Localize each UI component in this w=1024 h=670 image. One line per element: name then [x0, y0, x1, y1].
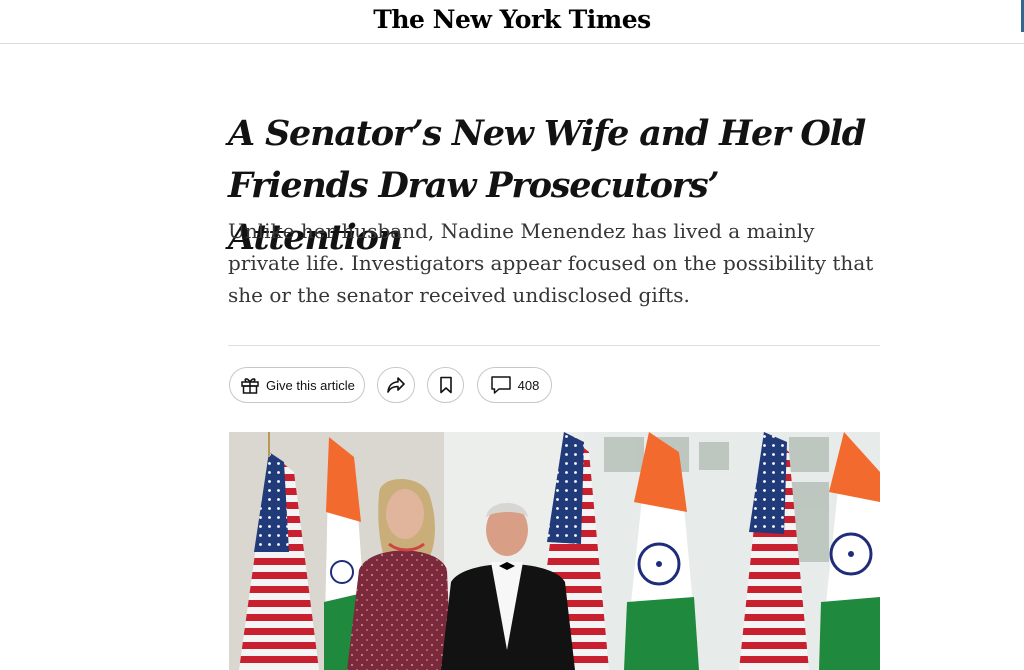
divider [228, 345, 880, 346]
article-summary: Unlike her husband, Nadine Menendez has … [228, 219, 874, 307]
photo-illustration [229, 432, 880, 670]
give-article-button[interactable]: Give this article [229, 367, 365, 403]
comment-count: 408 [517, 377, 540, 393]
share-arrow-icon [386, 376, 406, 394]
give-article-label: Give this article [266, 377, 355, 393]
share-button[interactable] [377, 367, 415, 403]
gift-icon [240, 375, 260, 395]
nyt-logo[interactable]: The New York Times [0, 5, 1024, 34]
article-photo[interactable] [229, 432, 880, 670]
comment-bubble-icon [490, 375, 512, 395]
masthead: The New York Times [0, 0, 1024, 44]
bookmark-icon [439, 376, 453, 394]
comments-button[interactable]: 408 [477, 367, 552, 403]
save-button[interactable] [427, 367, 464, 403]
